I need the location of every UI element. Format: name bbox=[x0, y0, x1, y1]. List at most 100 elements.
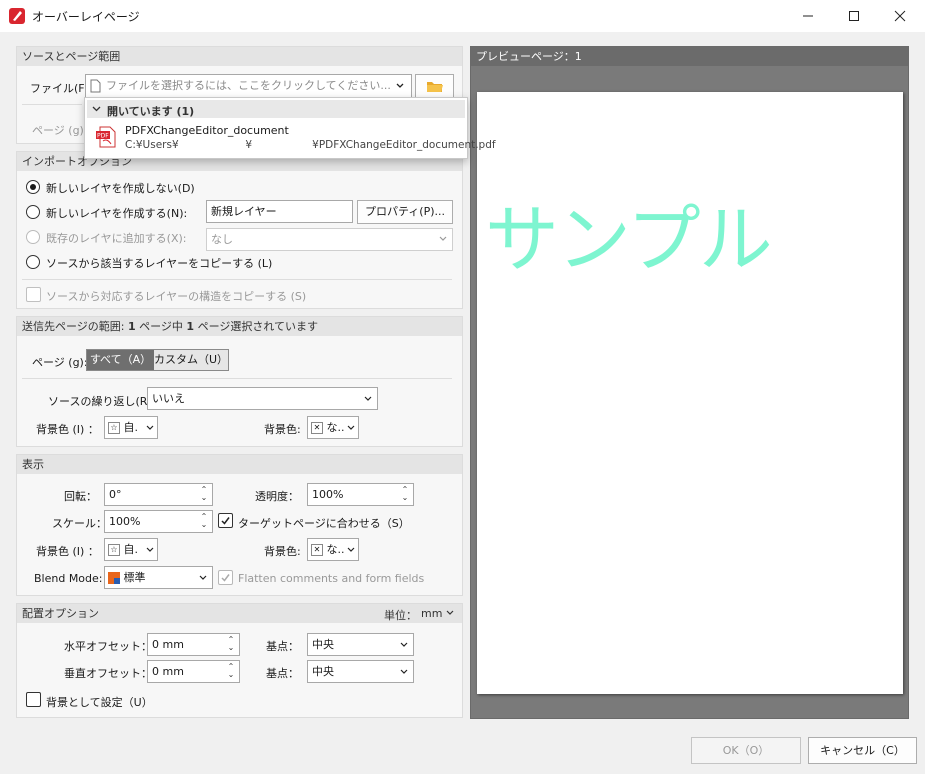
chevron-down-icon bbox=[400, 642, 408, 647]
dest-bg2-select[interactable]: ✕ な.. bbox=[307, 416, 359, 439]
scale-value: 100% bbox=[109, 515, 141, 528]
v-offset-input[interactable]: 0 mm ⌃ ⌄ bbox=[147, 660, 240, 683]
display-bg1-select[interactable]: ☆ 自. bbox=[104, 538, 158, 561]
title-bar: オーバーレイページ bbox=[0, 0, 925, 32]
app-icon bbox=[9, 8, 25, 24]
tab-custom[interactable]: カスタム（U） bbox=[154, 350, 228, 370]
separator bbox=[22, 279, 452, 280]
dropdown-group-header[interactable]: 開いています (1) bbox=[87, 100, 465, 118]
blend-mode-value: 標準 bbox=[123, 571, 146, 584]
radio-no-new-layer[interactable] bbox=[26, 180, 40, 194]
file-label: ファイル(F): bbox=[30, 82, 93, 95]
file-placeholder: ファイルを選択するには、ここをクリックしてください... bbox=[106, 79, 391, 92]
chevron-down-icon bbox=[92, 106, 101, 112]
dest-bg1-select[interactable]: ☆ 自. bbox=[104, 416, 158, 439]
spinner-icon[interactable]: ⌃ ⌄ bbox=[400, 486, 410, 502]
repeat-select[interactable]: いいえ bbox=[147, 387, 378, 410]
ok-button[interactable]: OK（O） bbox=[691, 737, 801, 764]
radio-existing-layer[interactable] bbox=[26, 230, 40, 244]
dest-bg1-label: 背景色 (I) ： bbox=[36, 423, 99, 436]
dest-page-label: ページ (g): bbox=[32, 356, 88, 369]
copy-structure-label: ソースから対応するレイヤーの構造をコピーする (S) bbox=[46, 290, 307, 303]
blend-mode-icon bbox=[108, 572, 120, 584]
dropdown-item-name: PDFXChangeEditor_document bbox=[125, 124, 289, 137]
close-button[interactable] bbox=[877, 0, 923, 32]
chevron-down-icon bbox=[347, 425, 355, 430]
chevron-down-icon bbox=[400, 669, 408, 674]
preview-header: プレビューページ：1 bbox=[471, 47, 908, 66]
chevron-down-icon bbox=[439, 236, 447, 241]
h-offset-input[interactable]: 0 mm ⌃ ⌄ bbox=[147, 633, 240, 656]
flatten-checkbox[interactable] bbox=[218, 570, 233, 585]
chevron-down-icon bbox=[446, 610, 454, 615]
spinner-icon[interactable]: ⌃ ⌄ bbox=[199, 513, 209, 529]
chevron-down-icon bbox=[146, 425, 154, 430]
radio-new-layer[interactable] bbox=[26, 205, 40, 219]
file-dropdown: 開いています (1) PDF PDFXChangeEditor_document… bbox=[84, 97, 496, 159]
anchor2-select[interactable]: 中央 bbox=[307, 660, 414, 683]
chevron-down-icon bbox=[347, 547, 355, 552]
none-x-icon: ✕ bbox=[311, 544, 323, 556]
existing-layer-value: なし bbox=[211, 233, 233, 246]
copy-structure-checkbox[interactable] bbox=[26, 287, 41, 302]
repeat-value: いいえ bbox=[152, 392, 185, 405]
display-bg2-value: な.. bbox=[326, 543, 345, 556]
display-bg2-select[interactable]: ✕ な.. bbox=[307, 538, 359, 561]
anchor1-label: 基点： bbox=[266, 640, 299, 653]
radio-existing-layer-label: 既存のレイヤに追加する(X): bbox=[46, 232, 187, 245]
page-label: ページ (g): bbox=[32, 124, 88, 137]
dropdown-item-document[interactable]: PDF PDFXChangeEditor_document C:¥Users¥ … bbox=[87, 120, 496, 156]
pdf-file-icon: PDF bbox=[96, 126, 116, 148]
cancel-button[interactable]: キャンセル（C） bbox=[808, 737, 917, 764]
minimize-icon bbox=[803, 15, 813, 17]
svg-text:PDF: PDF bbox=[97, 133, 109, 140]
radio-copy-layers-label: ソースから該当するレイヤーをコピーする (L) bbox=[46, 257, 273, 270]
chevron-down-icon bbox=[364, 396, 372, 401]
separator bbox=[22, 378, 452, 379]
chevron-down-icon bbox=[146, 547, 154, 552]
unit-select[interactable]: mm bbox=[421, 607, 454, 620]
preview-panel: プレビューページ：1 サンプル bbox=[470, 46, 909, 719]
anchor1-select[interactable]: 中央 bbox=[307, 633, 414, 656]
existing-layer-select[interactable]: なし bbox=[206, 228, 453, 251]
folder-icon bbox=[426, 82, 443, 92]
radio-copy-layers[interactable] bbox=[26, 255, 40, 269]
dest-bg1-value: 自. bbox=[123, 421, 139, 434]
anchor2-value: 中央 bbox=[312, 665, 334, 678]
display-header: 表示 bbox=[17, 455, 462, 474]
spinner-icon[interactable]: ⌃ ⌄ bbox=[226, 663, 236, 679]
maximize-icon bbox=[849, 11, 859, 21]
properties-button[interactable]: プロパティ(P)... bbox=[357, 200, 453, 224]
tab-all[interactable]: すべて（A） bbox=[87, 350, 154, 370]
blend-mode-select[interactable]: 標準 bbox=[104, 566, 213, 589]
display-bg2-label: 背景色: bbox=[264, 545, 301, 558]
scale-label: スケール： bbox=[52, 517, 107, 530]
chevron-down-icon bbox=[395, 75, 407, 97]
star-icon: ☆ bbox=[108, 422, 120, 434]
v-offset-label: 垂直オフセット： bbox=[64, 667, 152, 680]
page-range-toggle: すべて（A） カスタム（U） bbox=[86, 349, 229, 371]
opacity-label: 透明度： bbox=[255, 490, 299, 503]
file-input[interactable]: ファイルを選択するには、ここをクリックしてください... bbox=[85, 74, 412, 98]
as-background-checkbox[interactable] bbox=[26, 692, 41, 707]
close-icon bbox=[894, 10, 906, 22]
layer-name-input[interactable]: 新規レイヤー bbox=[206, 200, 353, 223]
rotation-value: 0° bbox=[109, 488, 122, 501]
h-offset-value: 0 mm bbox=[152, 638, 184, 651]
browse-folder-button[interactable] bbox=[415, 74, 454, 98]
opacity-input[interactable]: 100% ⌃ ⌄ bbox=[307, 483, 414, 506]
fit-target-checkbox[interactable] bbox=[218, 513, 233, 528]
dest-bg2-label: 背景色: bbox=[264, 423, 301, 436]
scale-input[interactable]: 100% ⌃ ⌄ bbox=[104, 510, 213, 533]
spinner-icon[interactable]: ⌃ ⌄ bbox=[226, 636, 236, 652]
spinner-icon[interactable]: ⌃ ⌄ bbox=[199, 486, 209, 502]
anchor2-label: 基点： bbox=[266, 667, 299, 680]
source-header: ソースとページ範囲 bbox=[17, 47, 462, 66]
dest-header: 送信先ページの範囲: 1 ページ中 1 ページ選択されています bbox=[17, 317, 462, 336]
h-offset-label: 水平オフセット： bbox=[64, 640, 152, 653]
flatten-label: Flatten comments and form fields bbox=[238, 572, 425, 585]
rotation-input[interactable]: 0° ⌃ ⌄ bbox=[104, 483, 213, 506]
maximize-button[interactable] bbox=[831, 0, 877, 32]
minimize-button[interactable] bbox=[785, 0, 831, 32]
blend-mode-label: Blend Mode: bbox=[34, 572, 103, 585]
